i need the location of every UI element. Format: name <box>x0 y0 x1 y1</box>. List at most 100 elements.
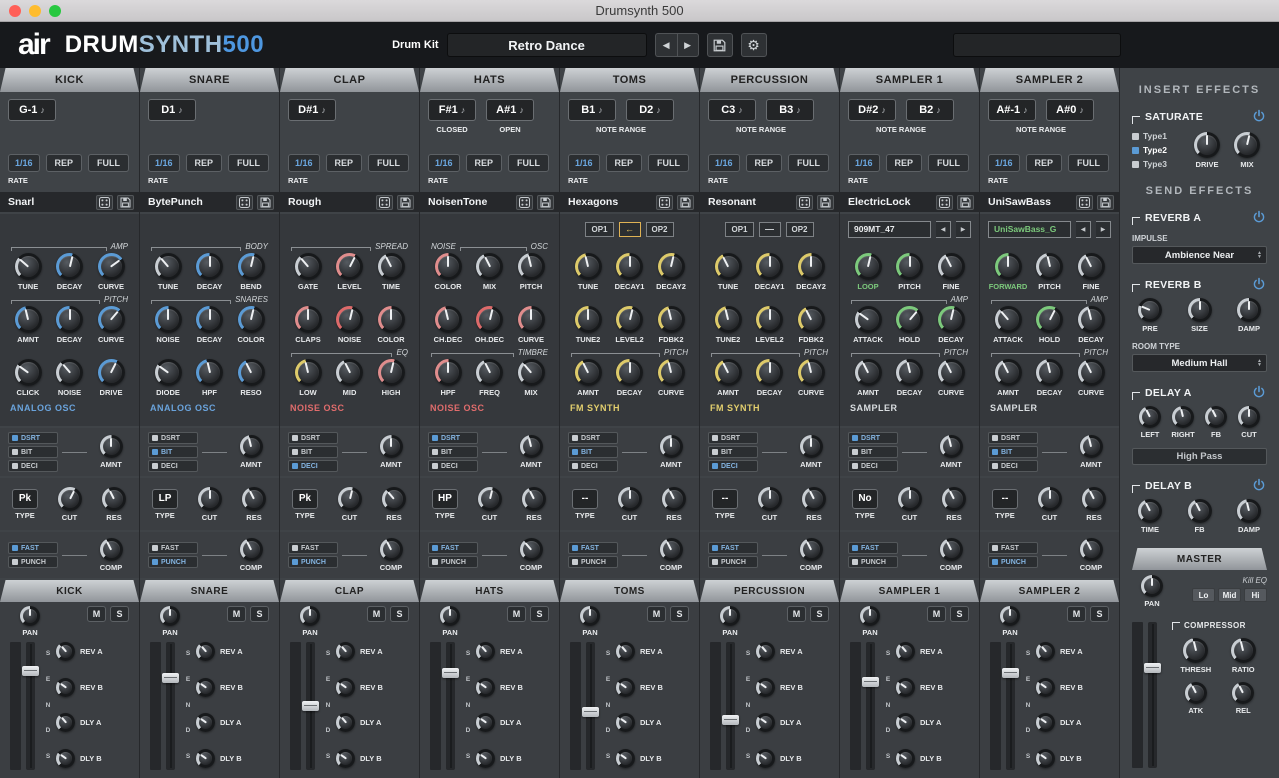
save-preset-button[interactable] <box>257 195 274 210</box>
pan-knob[interactable] <box>1000 606 1020 626</box>
previous-kit-button[interactable]: ◀ <box>655 33 677 57</box>
send-knob-rev-b[interactable] <box>56 678 75 697</box>
knob-decay[interactable] <box>56 253 83 280</box>
note-button-sampler-2-1[interactable]: A#0♪ <box>1046 99 1094 121</box>
save-preset-button[interactable] <box>957 195 974 210</box>
repeat-button[interactable]: REP <box>886 154 923 172</box>
filter-cut-knob[interactable] <box>758 487 782 511</box>
op1-button[interactable]: OP1 <box>725 222 753 237</box>
shape-option-fast[interactable]: FAST <box>428 542 478 554</box>
note-button-snare-0[interactable]: D1♪ <box>148 99 196 121</box>
send-knob-dly-a[interactable] <box>56 713 75 732</box>
send-knob-dly-b[interactable] <box>756 749 775 768</box>
degrade-option-dsrt[interactable]: DSRT <box>848 432 898 444</box>
sample-select[interactable]: 909MT_47 <box>848 221 931 238</box>
degrade-option-deci[interactable]: DECI <box>708 460 758 472</box>
solo-button[interactable]: S <box>950 606 969 622</box>
knob-hold[interactable] <box>896 306 923 333</box>
degrade-option-deci[interactable]: DECI <box>148 460 198 472</box>
full-button[interactable]: FULL <box>788 154 829 172</box>
knob-loop[interactable] <box>855 253 882 280</box>
send-knob-dly-a[interactable] <box>196 713 215 732</box>
shape-option-fast[interactable]: FAST <box>988 542 1038 554</box>
note-button-hats-0[interactable]: F#1♪ <box>428 99 476 121</box>
knob-pitch[interactable] <box>896 253 923 280</box>
full-button[interactable]: FULL <box>88 154 129 172</box>
master-volume-fader[interactable] <box>1148 622 1157 768</box>
degrade-option-bit[interactable]: BIT <box>708 446 758 458</box>
degrade-option-deci[interactable]: DECI <box>848 460 898 472</box>
master-pan-knob[interactable] <box>1141 575 1163 597</box>
saturate-drive-knob[interactable] <box>1194 132 1220 158</box>
volume-fader[interactable] <box>586 642 595 770</box>
shape-option-punch[interactable]: PUNCH <box>708 556 758 568</box>
knob-decay[interactable] <box>196 306 223 333</box>
degrade-option-bit[interactable]: BIT <box>148 446 198 458</box>
knob-decay[interactable] <box>56 306 83 333</box>
degrade-option-dsrt[interactable]: DSRT <box>708 432 758 444</box>
degrade-option-dsrt[interactable]: DSRT <box>568 432 618 444</box>
knob-decay2[interactable] <box>658 253 685 280</box>
zoom-window-button[interactable] <box>49 5 61 17</box>
filter-type-button[interactable]: -- <box>992 489 1018 509</box>
randomize-preset-button[interactable] <box>96 195 113 210</box>
filter-cut-knob[interactable] <box>1038 487 1062 511</box>
degrade-amount-knob[interactable] <box>380 435 403 458</box>
delay-a-cut-knob[interactable] <box>1238 406 1260 428</box>
note-button-sampler-1-1[interactable]: B2♪ <box>906 99 954 121</box>
knob-claps[interactable] <box>295 306 322 333</box>
saturate-power-button[interactable] <box>1252 109 1267 124</box>
degrade-option-dsrt[interactable]: DSRT <box>988 432 1038 444</box>
send-knob-rev-a[interactable] <box>196 642 215 661</box>
filter-cut-knob[interactable] <box>898 487 922 511</box>
degrade-option-dsrt[interactable]: DSRT <box>8 432 58 444</box>
note-button-toms-1[interactable]: D2♪ <box>626 99 674 121</box>
previous-sample-button[interactable]: ◀ <box>1076 221 1091 238</box>
send-knob-dly-b[interactable] <box>896 749 915 768</box>
send-knob-dly-a[interactable] <box>476 713 495 732</box>
knob-decay[interactable] <box>196 253 223 280</box>
master-fader-handle[interactable] <box>1144 663 1161 673</box>
room-type-select[interactable]: Medium Hall▲▼ <box>1132 354 1267 372</box>
send-knob-dly-b[interactable] <box>336 749 355 768</box>
degrade-amount-knob[interactable] <box>1080 435 1103 458</box>
randomize-preset-button[interactable] <box>516 195 533 210</box>
randomize-preset-button[interactable] <box>796 195 813 210</box>
degrade-amount-knob[interactable] <box>100 435 123 458</box>
delay-a-fb-knob[interactable] <box>1205 406 1227 428</box>
close-window-button[interactable] <box>9 5 21 17</box>
filter-type-button[interactable]: LP <box>152 489 178 509</box>
knob-pitch[interactable] <box>518 253 545 280</box>
next-kit-button[interactable]: ▶ <box>677 33 699 57</box>
knob-noise[interactable] <box>155 306 182 333</box>
send-knob-rev-b[interactable] <box>476 678 495 697</box>
comp-knob[interactable] <box>940 538 963 561</box>
reverb-b-pre-knob[interactable] <box>1138 298 1162 322</box>
comp-knob[interactable] <box>520 538 543 561</box>
volume-fader[interactable] <box>726 642 735 770</box>
solo-button[interactable]: S <box>390 606 409 622</box>
degrade-option-bit[interactable]: BIT <box>848 446 898 458</box>
minimize-window-button[interactable] <box>29 5 41 17</box>
degrade-option-deci[interactable]: DECI <box>568 460 618 472</box>
fader-handle[interactable] <box>722 715 739 725</box>
knob-drive[interactable] <box>98 359 125 386</box>
fader-handle[interactable] <box>442 668 459 678</box>
knob-curve[interactable] <box>98 253 125 280</box>
pan-knob[interactable] <box>720 606 740 626</box>
repeat-button[interactable]: REP <box>606 154 643 172</box>
volume-fader[interactable] <box>166 642 175 770</box>
knob-tune2[interactable] <box>575 306 602 333</box>
filter-type-button[interactable]: -- <box>572 489 598 509</box>
solo-button[interactable]: S <box>110 606 129 622</box>
note-button-sampler-1-0[interactable]: D#2♪ <box>848 99 896 121</box>
send-knob-dly-a[interactable] <box>1036 713 1055 732</box>
send-knob-rev-b[interactable] <box>896 678 915 697</box>
knob-amnt[interactable] <box>995 359 1022 386</box>
comp-knob[interactable] <box>240 538 263 561</box>
send-knob-rev-a[interactable] <box>1036 642 1055 661</box>
op1-button[interactable]: OP1 <box>585 222 613 237</box>
shape-option-fast[interactable]: FAST <box>568 542 618 554</box>
knob-amnt[interactable] <box>715 359 742 386</box>
comp-knob[interactable] <box>380 538 403 561</box>
